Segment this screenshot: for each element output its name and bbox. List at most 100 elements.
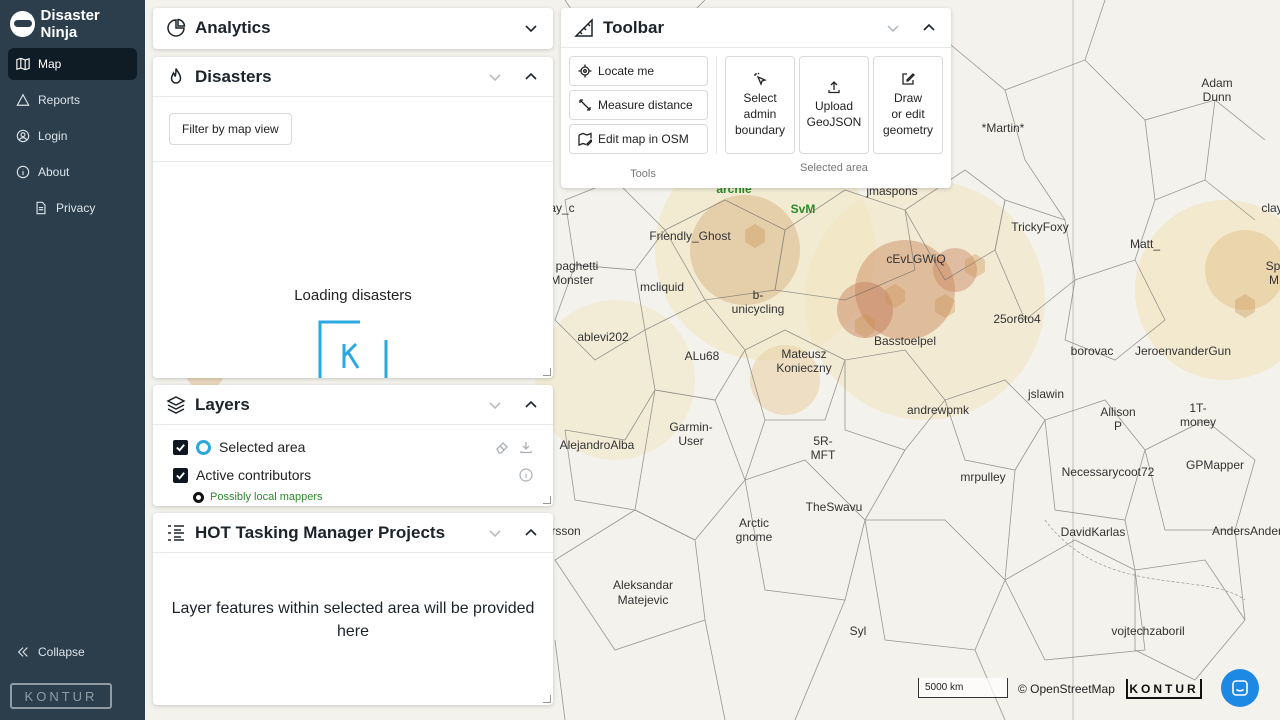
info-icon[interactable] <box>519 468 533 482</box>
layer-checkbox[interactable] <box>173 467 188 483</box>
area-btn-line1: Upload <box>814 99 854 113</box>
area-btn-line3: boundary <box>734 123 786 137</box>
edit-map-in-osm-button[interactable]: Edit map in OSM <box>569 124 708 154</box>
map-contributor-label: M <box>1269 273 1279 287</box>
legend-dot-icon <box>193 491 204 503</box>
map-contributor-label: *Martin* <box>981 121 1025 135</box>
map-edit-icon <box>578 132 592 146</box>
panel-title: HOT Tasking Manager Projects <box>195 522 446 542</box>
expand-chevron-button[interactable] <box>521 18 541 38</box>
expand-chevron-button[interactable] <box>485 67 505 87</box>
layers-icon <box>165 394 187 416</box>
sidebar-item-label: Login <box>38 129 68 143</box>
ninja-logo-icon <box>10 11 35 37</box>
expand-chevron-button[interactable] <box>883 18 903 38</box>
eraser-icon[interactable] <box>495 440 509 454</box>
map-contributor-label: 25or6to4 <box>993 312 1041 326</box>
upload-geojson-button[interactable]: Upload GeoJSON <box>799 56 869 154</box>
map-contributor-label: Allison <box>1100 405 1136 419</box>
collapse-chevron-button[interactable] <box>521 395 541 415</box>
sidebar-item-map[interactable]: Map <box>8 48 137 80</box>
area-btn-line3: geometry <box>882 123 934 137</box>
list-icon <box>165 522 187 544</box>
sidebar-item-privacy[interactable]: Privacy <box>8 192 137 224</box>
layers-panel-header[interactable]: Layers <box>153 385 553 425</box>
toolbar-body: Locate me Measure distance Edit map in O… <box>561 48 951 188</box>
sidebar-item-login[interactable]: Login <box>8 120 137 152</box>
layer-label: Active contributors <box>196 467 312 483</box>
map-contributor-label: TheSwavu <box>805 500 863 514</box>
map-contributor-label: AndersAnders <box>1211 524 1280 538</box>
collapse-chevron-button[interactable] <box>919 18 939 38</box>
map-contributor-label: Necessarycoot72 <box>1061 465 1155 479</box>
map-contributor-label: JeroenvanderGun <box>1134 344 1232 358</box>
analytics-panel: Analytics <box>153 8 553 49</box>
collapse-button[interactable]: Collapse <box>8 636 93 668</box>
map-contributor-label: Syl <box>849 624 867 638</box>
select-admin-boundary-button[interactable]: Select admin boundary <box>725 56 795 154</box>
expand-chevron-button[interactable] <box>485 395 505 415</box>
selected-area-caption: Selected area <box>800 162 868 174</box>
osm-attribution-link[interactable]: © OpenStreetMap <box>1018 682 1115 696</box>
tools-section: Locate me Measure distance Edit map in O… <box>569 56 717 180</box>
map-contributor-label: MFT <box>810 448 836 462</box>
map-contributor-label: Matt_ <box>1129 237 1161 251</box>
triangle-icon <box>16 93 30 107</box>
analytics-panel-header[interactable]: Analytics <box>153 8 553 48</box>
collapse-chevron-button[interactable] <box>521 67 541 87</box>
hot-projects-panel-header[interactable]: HOT Tasking Manager Projects <box>153 513 553 553</box>
tool-label: Locate me <box>598 64 655 78</box>
area-btn-line2: or edit <box>891 107 925 121</box>
expand-chevron-button[interactable] <box>485 523 505 543</box>
map-contributor-label: mrpulley <box>960 470 1006 484</box>
map-contributor-label: ay_c <box>549 201 575 215</box>
map-contributor-label: andrewpmk <box>906 403 970 417</box>
map-contributor-label: Friendly_Ghost <box>649 229 731 243</box>
panel-title: Disasters <box>195 66 272 86</box>
resize-handle[interactable] <box>543 368 551 376</box>
layer-checkbox[interactable] <box>173 439 188 455</box>
resize-handle[interactable] <box>543 695 551 703</box>
locate-me-button[interactable]: Locate me <box>569 56 708 86</box>
loading-text: Loading disasters <box>294 287 412 304</box>
hot-projects-panel: HOT Tasking Manager Projects Layer featu… <box>153 513 553 705</box>
sidebar-item-reports[interactable]: Reports <box>8 84 137 116</box>
loading-spinner-icon <box>318 320 388 378</box>
map-contributor-label: unicycling <box>731 302 785 316</box>
app-header: Disaster Ninja <box>0 0 145 48</box>
map-contributor-label: Matejevic <box>617 593 669 607</box>
layers-panel: Layers Selected area Active contributors <box>153 385 553 506</box>
toolbar-panel: Toolbar Locate me Measure distance Edit <box>561 8 951 188</box>
resize-handle[interactable] <box>543 496 551 504</box>
sidebar-item-label: Reports <box>38 93 81 107</box>
disasters-panel-header[interactable]: Disasters <box>153 57 553 97</box>
sidebar-item-about[interactable]: About <box>8 156 137 188</box>
tool-label: Edit map in OSM <box>598 132 689 146</box>
chat-button[interactable] <box>1221 669 1259 707</box>
area-btn-line2: GeoJSON <box>806 115 862 129</box>
legend-row: Possibly local mappers <box>153 489 553 505</box>
draw-or-edit-geometry-button[interactable]: Draw or edit geometry <box>873 56 943 154</box>
double-chevron-left-icon <box>16 645 30 659</box>
kontur-brand-logo: KONTUR <box>10 683 112 709</box>
map-contributor-label: AlejandroAlba <box>559 438 635 452</box>
sidebar-item-label: Privacy <box>56 201 96 215</box>
map-contributor-label: paghetti <box>555 259 599 273</box>
sidebar-item-label: About <box>38 165 70 179</box>
collapse-chevron-button[interactable] <box>521 523 541 543</box>
map-icon <box>16 57 30 71</box>
download-icon[interactable] <box>519 440 533 454</box>
layer-actions <box>519 468 533 482</box>
panel-title: Toolbar <box>603 17 665 37</box>
map-contributor-label: Aleksandar <box>612 578 674 592</box>
toolbar-panel-header[interactable]: Toolbar <box>561 8 951 48</box>
map-contributor-label: DavidKarlas <box>1060 525 1126 539</box>
measure-distance-button[interactable]: Measure distance <box>569 90 708 120</box>
map-contributor-label: SvM <box>790 202 816 216</box>
disasters-panel: Disasters Filter by map view Loading dis… <box>153 57 553 378</box>
map-contributor-label: Sp <box>1265 259 1280 273</box>
cursor-click-icon <box>754 72 767 86</box>
map-contributor-label: GPMapper <box>1185 458 1245 472</box>
filter-by-map-view-button[interactable]: Filter by map view <box>169 113 292 145</box>
kontur-attribution-logo[interactable]: KONTUR <box>1126 679 1202 699</box>
